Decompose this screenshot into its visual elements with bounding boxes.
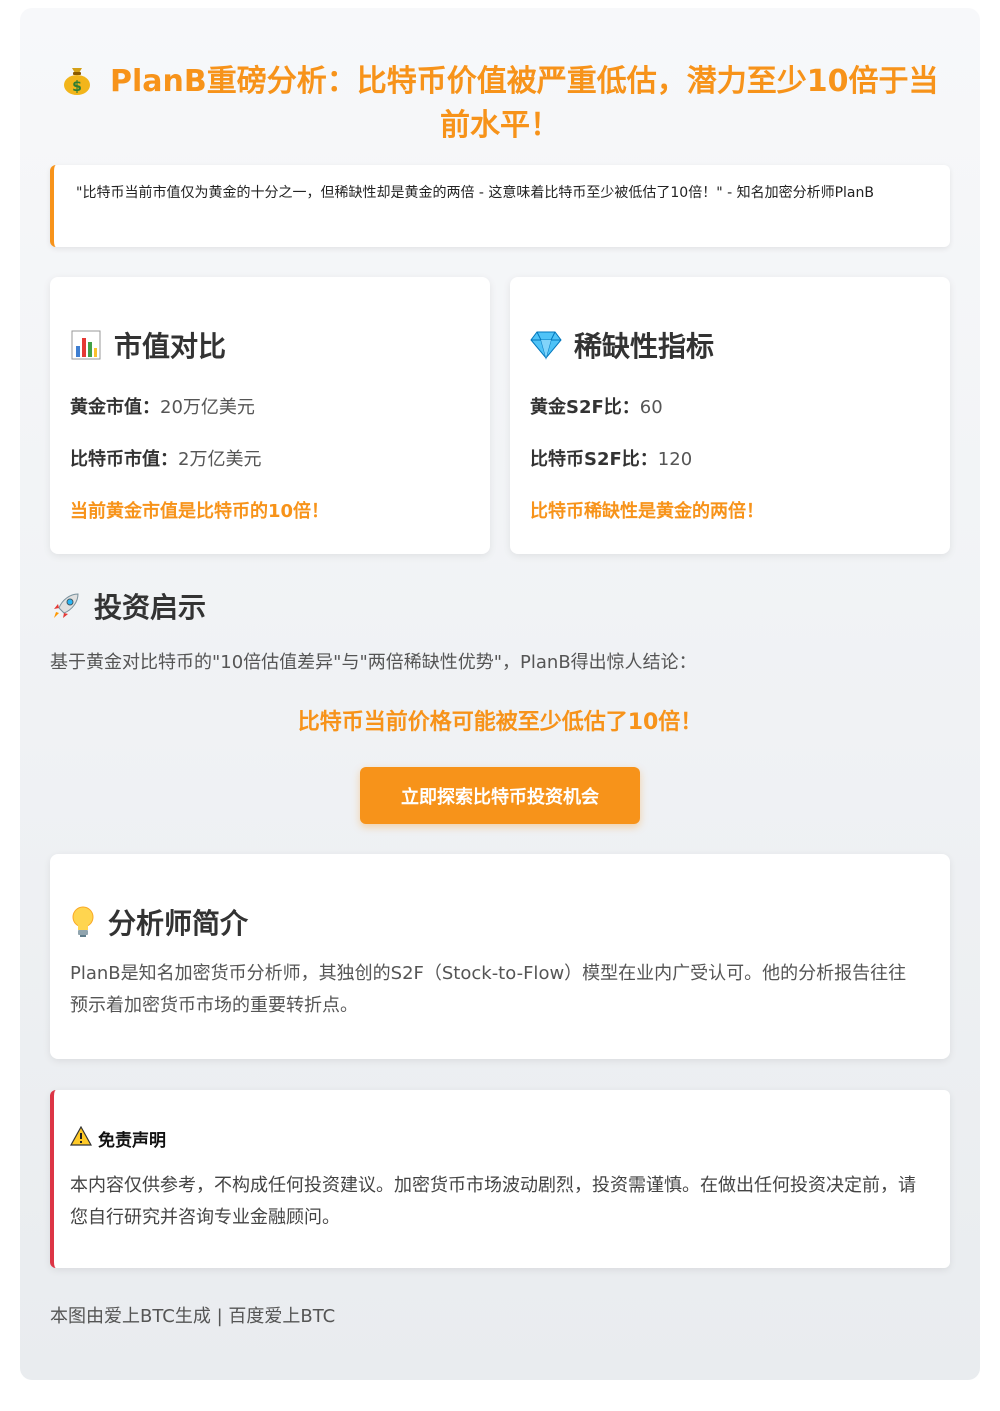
rocket-icon — [50, 590, 82, 622]
scarcity-highlight: 比特币稀缺性是黄金的两倍！ — [530, 501, 764, 522]
explore-bitcoin-button[interactable]: 立即探索比特币投资机会 — [360, 767, 640, 824]
market-cap-card: 市值对比 黄金市值：20万亿美元 比特币市值：2万亿美元 当前黄金市值是比特币的… — [50, 277, 490, 554]
page-title: $ PlanB重磅分析：比特币价值被严重低估，潜力至少10倍于当前水平！ — [60, 60, 940, 148]
analyst-heading: 分析师简介 — [70, 902, 248, 942]
gold-s2f-value: 60 — [639, 397, 663, 418]
disclaimer-text: 本内容仅供参考，不构成任何投资建议。加密货币市场波动剧烈，投资需谨慎。在做出任何… — [70, 1175, 916, 1228]
title-text: PlanB重磅分析：比特币价值被严重低估，潜力至少10倍于当前水平！ — [109, 64, 939, 143]
market-cap-title: 市值对比 — [114, 330, 227, 363]
gold-s2f-label: 黄金S2F比： — [530, 397, 640, 418]
poster: $ PlanB重磅分析：比特币价值被严重低估，潜力至少10倍于当前水平！ "比特… — [20, 8, 980, 1380]
insight-heading: 投资启示 — [50, 586, 206, 626]
insight-title: 投资启示 — [94, 591, 207, 624]
gold-market-cap-value: 20万亿美元 — [160, 397, 255, 418]
gem-icon — [530, 329, 562, 361]
disclaimer-title: 免责声明 — [98, 1131, 166, 1151]
scarcity-heading: 稀缺性指标 — [530, 325, 714, 365]
market-cap-heading: 市值对比 — [70, 325, 226, 365]
btc-s2f: 比特币S2F比：120 — [530, 445, 692, 471]
gold-market-cap: 黄金市值：20万亿美元 — [70, 393, 255, 419]
warning-icon — [69, 1125, 93, 1151]
insight-conclusion: 比特币当前价格可能被至少低估了10倍！ — [297, 710, 703, 735]
scarcity-title: 稀缺性指标 — [574, 330, 715, 363]
analyst-card: 分析师简介 PlanB是知名加密货币分析师，其独创的S2F（Stock-to-F… — [50, 854, 950, 1059]
insight-text: 基于黄金对比特币的"10倍估值差异"与"两倍稀缺性优势"，PlanB得出惊人结论… — [50, 652, 697, 673]
analyst-title: 分析师简介 — [108, 907, 249, 940]
footer-text: 本图由爱上BTC生成 | 百度爱上BTC — [50, 1306, 336, 1327]
quote-text: "比特币当前市值仅为黄金的十分之一，但稀缺性却是黄金的两倍 - 这意味着比特币至… — [76, 185, 874, 201]
gold-s2f: 黄金S2F比：60 — [530, 393, 663, 419]
btc-market-cap-value: 2万亿美元 — [178, 449, 262, 470]
disclaimer-box: 免责声明 本内容仅供参考，不构成任何投资建议。加密货币市场波动剧烈，投资需谨慎。… — [50, 1090, 950, 1268]
scarcity-card: 稀缺性指标 黄金S2F比：60 比特币S2F比：120 比特币稀缺性是黄金的两倍… — [510, 277, 950, 554]
quote-box: "比特币当前市值仅为黄金的十分之一，但稀缺性却是黄金的两倍 - 这意味着比特币至… — [50, 165, 950, 247]
btc-market-cap-label: 比特币市值： — [70, 449, 178, 470]
disclaimer-heading: 免责声明 — [69, 1125, 166, 1151]
market-cap-highlight: 当前黄金市值是比特币的10倍！ — [70, 501, 330, 522]
btc-market-cap: 比特币市值：2万亿美元 — [70, 445, 261, 471]
btc-s2f-value: 120 — [657, 449, 693, 470]
svg-text:$: $ — [72, 79, 82, 95]
analyst-text: PlanB是知名加密货币分析师，其独创的S2F（Stock-to-Flow）模型… — [70, 963, 907, 1016]
btc-s2f-label: 比特币S2F比： — [530, 449, 658, 470]
bar-chart-icon — [70, 329, 102, 361]
money-bag-icon: $ — [62, 64, 102, 99]
light-bulb-icon — [70, 906, 96, 938]
gold-market-cap-label: 黄金市值： — [70, 397, 160, 418]
